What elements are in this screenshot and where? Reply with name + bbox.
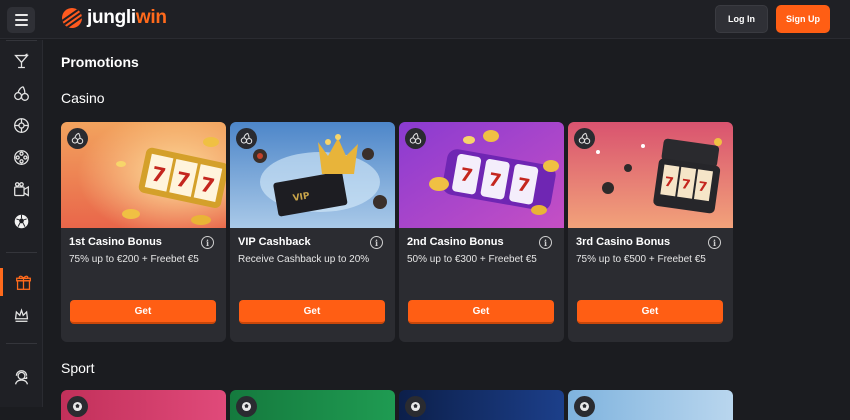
soccer-ball-icon[interactable]	[0, 207, 43, 235]
sidebar-divider	[6, 40, 37, 41]
cocktail-icon[interactable]	[0, 47, 43, 75]
login-button[interactable]: Log In	[715, 5, 768, 33]
get-button[interactable]: Get	[239, 300, 385, 324]
promo-card[interactable]: VIP VIP Cashback i Receive Cashback up t…	[230, 122, 395, 342]
crown-icon[interactable]	[0, 300, 43, 328]
get-button[interactable]: Get	[70, 300, 216, 324]
sport-promo-card[interactable]	[230, 390, 395, 420]
promo-image-pink-slot: 7 7 7	[568, 122, 733, 228]
signup-button[interactable]: Sign Up	[776, 5, 830, 33]
sidebar	[0, 40, 43, 407]
menu-icon[interactable]	[7, 7, 35, 33]
promo-description: 75% up to €200 + Freebet €5	[69, 254, 199, 265]
support-agent-icon[interactable]	[0, 363, 43, 391]
cherries-icon	[67, 128, 88, 149]
cherries-icon[interactable]	[0, 79, 43, 107]
info-icon[interactable]: i	[370, 236, 383, 249]
info-icon[interactable]: i	[201, 236, 214, 249]
get-button[interactable]: Get	[408, 300, 554, 324]
film-reel-icon[interactable]	[0, 143, 43, 171]
promo-title: VIP Cashback	[238, 236, 311, 248]
promo-card[interactable]: 7 7 7 2nd Casino Bonus i 50% up to €300 …	[399, 122, 564, 342]
get-button[interactable]: Get	[577, 300, 723, 324]
sport-promo-card[interactable]	[61, 390, 226, 420]
promo-image-purple-reels: 7 7 7	[399, 122, 564, 228]
promo-image-slot-machine: 7 7 7	[61, 122, 226, 228]
promo-title: 1st Casino Bonus	[69, 236, 162, 248]
scrollbar[interactable]	[844, 40, 850, 407]
promo-description: 75% up to €500 + Freebet €5	[576, 254, 706, 265]
page-title: Promotions	[61, 54, 139, 70]
promo-description: Receive Cashback up to 20%	[238, 254, 370, 265]
sport-promo-card[interactable]	[399, 390, 564, 420]
logo[interactable]: jungliwin	[62, 7, 167, 29]
section-title-casino: Casino	[61, 90, 105, 106]
roulette-icon[interactable]	[0, 111, 43, 139]
section-title-sport: Sport	[61, 360, 95, 376]
promo-card[interactable]: 7 7 7 3rd Casino Bonus i 75% up to €500 …	[568, 122, 733, 342]
gift-icon[interactable]	[0, 268, 43, 296]
info-icon[interactable]: i	[539, 236, 552, 249]
promo-card[interactable]: 7 7 7 1st Casino Bonus i 75% up to €200 …	[61, 122, 226, 342]
promo-image-vip-crown: VIP	[230, 122, 395, 228]
live-casino-icon[interactable]	[0, 175, 43, 203]
logo-ball-icon	[62, 8, 82, 28]
sport-promo-card[interactable]	[568, 390, 733, 420]
info-icon[interactable]: i	[708, 236, 721, 249]
cherries-icon	[236, 128, 257, 149]
promo-description: 50% up to €300 + Freebet €5	[407, 254, 537, 265]
cherries-icon	[405, 128, 426, 149]
promo-title: 2nd Casino Bonus	[407, 236, 504, 248]
logo-text: jungliwin	[87, 7, 167, 28]
sidebar-divider	[6, 343, 37, 344]
cherries-icon	[574, 128, 595, 149]
promo-title: 3rd Casino Bonus	[576, 236, 671, 248]
main-content: Promotions Casino 7 7 7 1st Casino Bonus…	[43, 40, 850, 420]
sidebar-divider	[6, 252, 37, 253]
top-bar: jungliwin Log In Sign Up	[0, 0, 850, 39]
